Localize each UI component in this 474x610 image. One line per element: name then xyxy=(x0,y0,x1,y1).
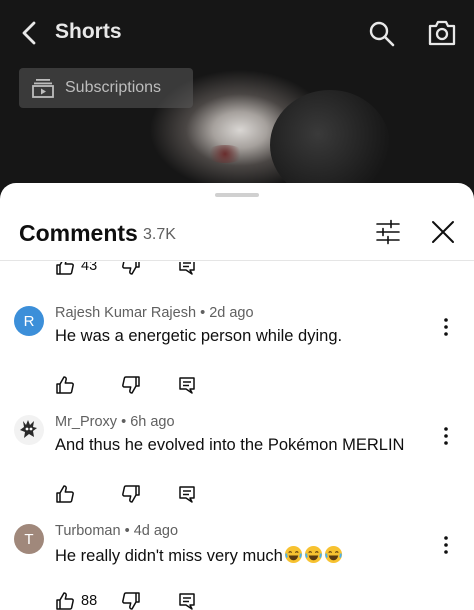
comment-actions: 43 xyxy=(55,262,197,279)
comment-text-body: He really didn't miss very much xyxy=(55,547,283,565)
avatar[interactable] xyxy=(14,415,44,445)
thumbs-up-icon xyxy=(56,485,74,503)
comment-item: T Turboman • 4d ago He really didn't mis… xyxy=(0,516,474,610)
avatar[interactable]: R xyxy=(14,306,44,336)
avatar-image xyxy=(14,415,44,445)
like-button[interactable]: 88 xyxy=(55,591,121,610)
thumbs-down-icon[interactable] xyxy=(121,375,141,395)
emoji-group xyxy=(283,545,343,565)
comments-list[interactable]: 43 R Rajesh Kumar Rajesh • 2d ago He was… xyxy=(0,262,474,610)
laughing-emoji-icon xyxy=(304,545,322,564)
subscriptions-chip[interactable]: Subscriptions xyxy=(19,68,193,108)
comments-sheet: Comments 3.7K 43 R Rajesh Kumar Rajesh •… xyxy=(0,183,474,610)
top-bar: Shorts xyxy=(0,0,474,68)
drag-handle[interactable] xyxy=(215,193,259,197)
thumbs-down-icon[interactable] xyxy=(121,591,141,610)
comments-title: Comments xyxy=(19,220,138,246)
comments-header: Comments 3.7K xyxy=(0,205,474,261)
comment-author[interactable]: Mr_Proxy xyxy=(55,414,117,430)
meta-separator: • xyxy=(124,523,134,539)
thumbs-up-icon xyxy=(56,376,74,394)
comment-item: R Rajesh Kumar Rajesh • 2d ago He was a … xyxy=(0,298,474,406)
video-red-spot xyxy=(205,145,245,163)
page-title: Shorts xyxy=(55,20,122,43)
comment-text: He really didn't miss very much xyxy=(55,545,343,566)
like-count: 43 xyxy=(81,262,98,274)
like-count: 88 xyxy=(81,593,98,609)
laughing-emoji-icon xyxy=(284,545,302,564)
more-vertical-icon[interactable] xyxy=(436,315,456,339)
comment-actions xyxy=(55,372,197,398)
thumbs-down-icon[interactable] xyxy=(121,262,141,276)
comment-meta: Turboman • 4d ago xyxy=(55,523,178,539)
thumbs-up-icon xyxy=(56,592,74,610)
meta-separator: • xyxy=(200,305,210,321)
more-vertical-icon[interactable] xyxy=(436,533,456,557)
comment-actions: 88 xyxy=(55,588,197,610)
comment-time: 6h ago xyxy=(130,414,175,430)
laughing-emoji-icon xyxy=(324,545,342,564)
reply-icon[interactable] xyxy=(177,591,197,610)
comment-author[interactable]: Rajesh Kumar Rajesh xyxy=(55,305,196,321)
search-icon[interactable] xyxy=(368,20,396,48)
meta-separator: • xyxy=(121,414,131,430)
comment-text: And thus he evolved into the Pokémon MER… xyxy=(55,436,405,454)
camera-icon[interactable] xyxy=(427,19,457,47)
comment-meta: Rajesh Kumar Rajesh • 2d ago xyxy=(55,305,254,321)
close-icon[interactable] xyxy=(430,219,456,245)
thumbs-down-icon[interactable] xyxy=(121,484,141,504)
comment-author[interactable]: Turboman xyxy=(55,523,121,539)
more-vertical-icon[interactable] xyxy=(436,424,456,448)
partial-comment-actions: 43 xyxy=(0,262,474,275)
subscriptions-label: Subscriptions xyxy=(65,79,162,96)
comment-meta: Mr_Proxy • 6h ago xyxy=(55,414,175,430)
comment-time: 4d ago xyxy=(133,523,179,539)
comment-time: 2d ago xyxy=(209,305,254,321)
filter-icon[interactable] xyxy=(374,219,402,245)
reply-icon[interactable] xyxy=(177,484,197,504)
chevron-left-icon[interactable] xyxy=(18,20,42,46)
reply-icon[interactable] xyxy=(177,262,197,276)
subscriptions-icon xyxy=(32,79,54,98)
reply-icon[interactable] xyxy=(177,375,197,395)
like-button[interactable]: 43 xyxy=(55,262,121,276)
like-button[interactable] xyxy=(55,375,121,395)
like-button[interactable] xyxy=(55,484,121,504)
avatar[interactable]: T xyxy=(14,524,44,554)
comment-item: Mr_Proxy • 6h ago And thus he evolved in… xyxy=(0,407,474,515)
thumbs-up-icon xyxy=(56,262,74,275)
comment-text: He was a energetic person while dying. xyxy=(55,327,343,345)
comments-count: 3.7K xyxy=(143,226,176,243)
comment-actions xyxy=(55,481,197,507)
